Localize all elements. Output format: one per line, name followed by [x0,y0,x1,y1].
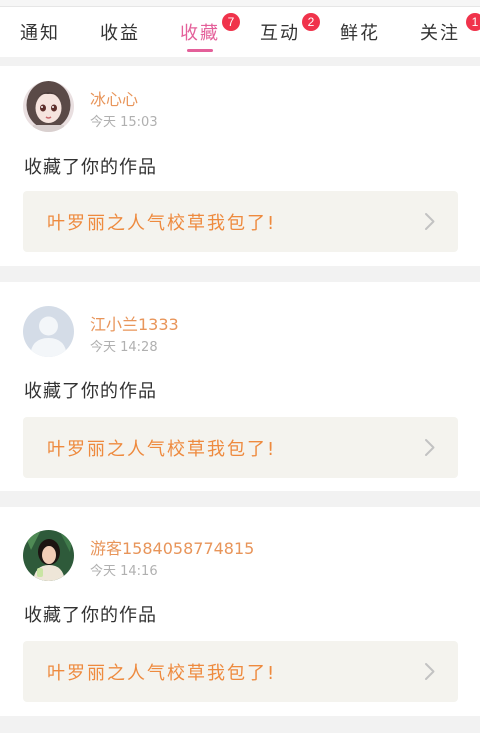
tab-bar: 通知 收益 收藏 7 互动 2 鲜花 关注 1 [0,7,480,57]
anime-girl-avatar[interactable] [23,81,74,132]
favorites-badge: 7 [222,13,240,31]
work-title: 叶罗丽之人气校草我包了! [47,438,277,460]
tab-interactions[interactable]: 互动 2 [240,7,320,57]
tab-label: 互动 [260,23,300,44]
default-user-avatar[interactable] [23,306,74,357]
tab-label: 通知 [20,23,60,44]
notification-card: 游客1584058774815 今天 14:16 收藏了你的作品 叶罗丽之人气校… [0,507,480,716]
tab-label: 关注 [420,23,460,44]
chevron-right-icon [425,439,435,456]
active-tab-indicator [187,49,213,52]
tab-label: 收藏 [180,23,220,44]
notification-message: 收藏了你的作品 [24,605,157,626]
tab-notifications[interactable]: 通知 [0,7,80,57]
work-title: 叶罗丽之人气校草我包了! [47,662,277,684]
timestamp: 今天 14:28 [90,340,158,355]
tab-follows[interactable]: 关注 1 [400,7,480,57]
notification-message: 收藏了你的作品 [24,381,157,402]
work-title: 叶罗丽之人气校草我包了! [47,212,277,234]
chevron-right-icon [425,663,435,680]
timestamp: 今天 15:03 [90,115,158,130]
work-link[interactable]: 叶罗丽之人气校草我包了! [23,417,458,478]
work-link[interactable]: 叶罗丽之人气校草我包了! [23,191,458,252]
notification-message: 收藏了你的作品 [24,157,157,178]
work-link[interactable]: 叶罗丽之人气校草我包了! [23,641,458,702]
status-strip [0,0,480,7]
tab-label-wrap: 收藏 7 [180,13,240,45]
interactions-badge: 2 [302,13,320,31]
tab-label-wrap: 互动 2 [260,13,320,45]
username[interactable]: 江小兰1333 [90,311,179,335]
timestamp: 今天 14:16 [90,564,158,579]
tab-favorites[interactable]: 收藏 7 [160,7,240,57]
notification-card: 冰心心 今天 15:03 收藏了你的作品 叶罗丽之人气校草我包了! [0,66,480,266]
follows-badge: 1 [466,13,480,31]
tab-flowers[interactable]: 鲜花 [320,7,400,57]
notification-card: 江小兰1333 今天 14:28 收藏了你的作品 叶罗丽之人气校草我包了! [0,282,480,491]
tab-label: 收益 [100,23,140,44]
tab-earnings[interactable]: 收益 [80,7,160,57]
username[interactable]: 冰心心 [90,86,138,110]
tab-label-wrap: 关注 1 [420,13,480,45]
chevron-right-icon [425,213,435,230]
username[interactable]: 游客1584058774815 [90,535,254,559]
photo-girl-avatar[interactable] [23,530,74,581]
tab-label: 鲜花 [340,23,380,44]
